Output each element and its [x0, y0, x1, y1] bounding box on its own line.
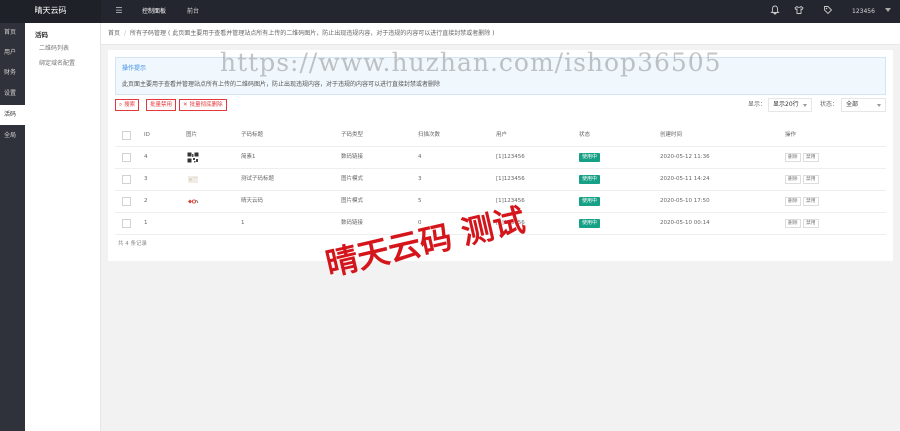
image-thumbnail[interactable] [187, 174, 199, 185]
rail-item-users[interactable]: 用户 [0, 43, 25, 63]
cell-created: 2020-05-10 17:50 [660, 198, 710, 204]
cell-created: 2020-05-12 11:36 [660, 154, 710, 160]
row-checkbox[interactable] [122, 219, 131, 228]
rail-item-finance[interactable]: 财务 [0, 63, 25, 83]
cell-created: 2020-05-11 14:24 [660, 176, 710, 182]
header-image: 图片 [186, 132, 198, 138]
cell-title: 1 [241, 220, 245, 226]
main-rail: 首页 用户 财务 设置 活码 全局 [0, 23, 25, 431]
cell-type: 数码链接 [341, 154, 364, 160]
tag-icon[interactable] [822, 5, 834, 17]
display-label: 显示： [748, 101, 767, 108]
delete-button[interactable]: 删除 [785, 197, 801, 206]
breadcrumb-separator: / [124, 30, 127, 37]
sub-sidebar: 活码 二维码列表 绑定域名配置 [25, 23, 101, 431]
nav-frontend[interactable]: 前台 [187, 0, 199, 23]
header-id: ID [144, 132, 150, 138]
batch-delete-button[interactable]: ✕ 批量彻底删除 [179, 99, 227, 111]
cell-id: 4 [144, 154, 148, 160]
status-badge: 使用中 [579, 175, 601, 184]
rail-item-livecode[interactable]: 活码 [0, 105, 25, 125]
qr-thumbnail[interactable] [187, 152, 199, 163]
header-user: 用户 [496, 132, 508, 138]
row-checkbox[interactable] [122, 175, 131, 184]
batch-delete-label: 批量彻底删除 [189, 102, 223, 108]
status-filter-value: 全部 [846, 101, 859, 108]
tip-title: 操作提示 [122, 65, 147, 72]
sub-link-qr-list[interactable]: 二维码列表 [39, 43, 69, 52]
menu-icon[interactable]: ☰ [113, 4, 125, 18]
cell-id: 2 [144, 198, 148, 204]
batch-ban-button[interactable]: 批量禁用 [146, 99, 177, 111]
header-scans: 扫描次数 [418, 132, 441, 138]
brand-logo[interactable]: 晴天云码 [0, 0, 101, 23]
cell-created: 2020-05-10 00:14 [660, 220, 710, 226]
delete-button[interactable]: 删除 [785, 175, 801, 184]
sub-sidebar-title: 活码 [35, 31, 48, 39]
cell-id: 3 [144, 176, 148, 182]
header-title: 子码标题 [241, 132, 264, 138]
header-status: 状态 [579, 132, 591, 138]
top-bar: 晴天云码 ☰ 控制面板 前台 123456 [0, 0, 900, 23]
status-badge: 使用中 [579, 219, 601, 228]
cell-scans: 4 [418, 154, 422, 160]
chevron-down-icon[interactable] [885, 8, 891, 12]
cell-title: 晴天云码 [241, 198, 264, 204]
cell-id: 1 [144, 220, 148, 226]
table-row: 4 简素1 数码链接 4 [1]123456 使用中 2020-05-12 11… [115, 147, 886, 169]
header-type: 子码类型 [341, 132, 364, 138]
table-row: 3 测试子码标题 图片模式 3 [1]123456 使用中 2020-05-11… [115, 169, 886, 191]
tip-text: 此页面主要用于查看并管理站点所有上传的二维码图片，防止出现违规内容，对于违规的内… [122, 81, 441, 88]
search-button-label: 搜索 [124, 102, 136, 108]
breadcrumb-current: 所有子码管理 ( 此页面主要用于查看并管理站点所有上传的二维码图片，防止出现违规… [130, 30, 495, 37]
search-button[interactable]: ⌕ 搜索 [115, 99, 140, 111]
status-filter-select[interactable]: 全部 [841, 98, 886, 112]
breadcrumb: 首页 / 所有子码管理 ( 此页面主要用于查看并管理站点所有上传的二维码图片，防止出… [101, 23, 900, 45]
status-badge: 使用中 [579, 197, 601, 206]
cell-title: 测试子码标题 [241, 176, 275, 182]
chevron-down-icon [803, 104, 807, 107]
sub-link-domain-config[interactable]: 绑定域名配置 [39, 58, 75, 67]
logo-thumbnail[interactable] [187, 196, 199, 207]
table-header: ID 图片 子码标题 子码类型 扫描次数 用户 状态 创建时间 操作 [115, 125, 886, 147]
select-all-checkbox[interactable] [122, 131, 131, 140]
search-icon: ⌕ [119, 102, 123, 108]
row-checkbox[interactable] [122, 197, 131, 206]
cell-scans: 5 [418, 198, 422, 204]
delete-button[interactable]: 删除 [785, 219, 801, 228]
cell-type: 图片模式 [341, 176, 364, 182]
row-checkbox[interactable] [122, 153, 131, 162]
status-badge: 使用中 [579, 153, 601, 162]
rail-item-home[interactable]: 首页 [0, 23, 25, 43]
trash-icon: ✕ [183, 102, 188, 108]
nav-control-panel[interactable]: 控制面板 [142, 0, 166, 23]
shirt-icon[interactable] [793, 5, 805, 17]
display-select[interactable]: 显示20行 [768, 98, 812, 112]
header-created: 创建时间 [660, 132, 683, 138]
rail-item-settings[interactable]: 设置 [0, 84, 25, 104]
ban-button[interactable]: 禁用 [803, 153, 819, 162]
display-select-value: 显示20行 [773, 101, 799, 108]
breadcrumb-home[interactable]: 首页 [108, 30, 120, 37]
record-count: 共 4 条记录 [118, 241, 147, 247]
chevron-down-icon [877, 104, 881, 107]
url-watermark: https://www.huzhan.com/ishop36505 [220, 48, 722, 77]
cell-title: 简素1 [241, 154, 256, 160]
user-menu[interactable]: 123456 [852, 0, 875, 23]
cell-user: [1]123456 [496, 176, 525, 182]
rail-item-global[interactable]: 全局 [0, 126, 25, 146]
cell-type: 图片模式 [341, 198, 364, 204]
bell-icon[interactable] [769, 5, 781, 17]
batch-ban-label: 批量禁用 [150, 102, 173, 108]
header-actions: 操作 [785, 132, 797, 138]
ban-button[interactable]: 禁用 [803, 197, 819, 206]
cell-user: [1]123456 [496, 154, 525, 160]
cell-scans: 3 [418, 176, 422, 182]
ban-button[interactable]: 禁用 [803, 219, 819, 228]
status-filter-label: 状态： [820, 101, 839, 108]
ban-button[interactable]: 禁用 [803, 175, 819, 184]
delete-button[interactable]: 删除 [785, 153, 801, 162]
